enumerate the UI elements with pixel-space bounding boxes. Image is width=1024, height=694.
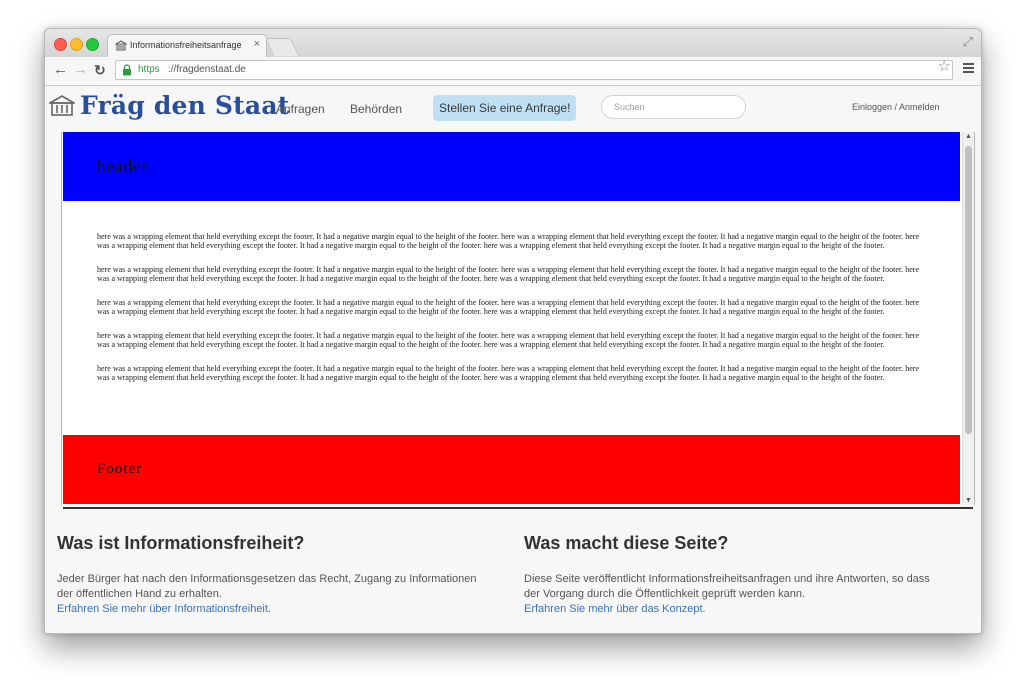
demo-footer: Footer (63, 435, 960, 504)
url-scheme: https (138, 64, 160, 75)
forward-arrow-icon[interactable]: → (73, 61, 88, 79)
info-left-title: Was ist Informationsfreiheit? (57, 533, 305, 553)
bookmark-star-icon[interactable]: ☆ (938, 57, 951, 75)
demo-paragraph: here was a wrapping element that held ev… (97, 332, 919, 349)
nav-anfragen[interactable]: Anfragen (276, 102, 325, 116)
info-left-link[interactable]: Erfahren Sie mehr über Informationsfreih… (57, 602, 477, 617)
demo-header: header (63, 132, 960, 201)
login-link[interactable]: Einloggen / Anmelden (852, 102, 940, 112)
demo-paragraph: here was a wrapping element that held ev… (97, 233, 919, 250)
tab-title: Informationsfreiheitsanfrage (130, 40, 242, 50)
demo-header-label: header (97, 157, 149, 176)
site-brand[interactable]: Fräg den Staat (80, 91, 289, 120)
demo-paragraph: here was a wrapping element that held ev… (97, 299, 919, 316)
nav-behoerden[interactable]: Behörden (350, 102, 402, 116)
lock-icon (123, 64, 131, 76)
demo-frame: header here was a wrapping element that … (61, 132, 975, 505)
building-icon (115, 40, 127, 51)
browser-window: Informationsfreiheitsanfrage × ⤢ ← → ↻ h… (44, 28, 982, 634)
scroll-up-arrow-icon[interactable]: ▲ (965, 133, 972, 140)
frame-scrollbar[interactable]: ▲ ▼ (962, 132, 974, 505)
back-arrow-icon[interactable]: ← (53, 61, 68, 79)
info-left: Was ist Informationsfreiheit? Jeder Bürg… (57, 533, 477, 617)
new-tab-button[interactable] (264, 38, 300, 56)
browser-toolbar: ← → ↻ https ://fragdenstaat.de ☆ (45, 57, 981, 86)
info-right-link[interactable]: Erfahren Sie mehr über das Konzept. (524, 602, 944, 617)
reload-icon[interactable]: ↻ (94, 61, 106, 79)
window-minimize-button[interactable] (70, 38, 83, 51)
tab-strip: Informationsfreiheitsanfrage × ⤢ (45, 29, 981, 57)
scroll-thumb[interactable] (965, 146, 972, 434)
window-maximize-button[interactable] (86, 38, 99, 51)
url-host: ://fragdenstaat.de (168, 64, 246, 75)
window-close-button[interactable] (54, 38, 67, 51)
demo-paragraph: here was a wrapping element that held ev… (97, 365, 919, 382)
demo-paragraph: here was a wrapping element that held ev… (97, 266, 919, 283)
address-bar[interactable]: https ://fragdenstaat.de (115, 60, 953, 80)
fullscreen-icon[interactable]: ⤢ (963, 34, 973, 50)
info-right: Was macht diese Seite? Diese Seite veröf… (524, 533, 944, 617)
info-left-text: Jeder Bürger hat nach den Informationsge… (57, 573, 477, 600)
demo-footer-label: Footer (97, 461, 143, 477)
building-logo-icon (49, 95, 75, 116)
info-right-text: Diese Seite veröffentlicht Informationsf… (524, 573, 930, 600)
scroll-down-arrow-icon[interactable]: ▼ (965, 497, 972, 504)
site-navbar: Fräg den Staat Anfragen Behörden Stellen… (45, 86, 981, 130)
request-button[interactable]: Stellen Sie eine Anfrage! (433, 95, 577, 121)
tab-close-icon[interactable]: × (254, 38, 260, 50)
info-right-title: Was macht diese Seite? (524, 533, 729, 553)
browser-tab[interactable]: Informationsfreiheitsanfrage × (107, 34, 267, 57)
search-input[interactable] (601, 95, 746, 119)
divider (63, 507, 973, 509)
hamburger-menu-icon[interactable] (963, 63, 974, 75)
demo-content: here was a wrapping element that held ev… (97, 233, 919, 398)
